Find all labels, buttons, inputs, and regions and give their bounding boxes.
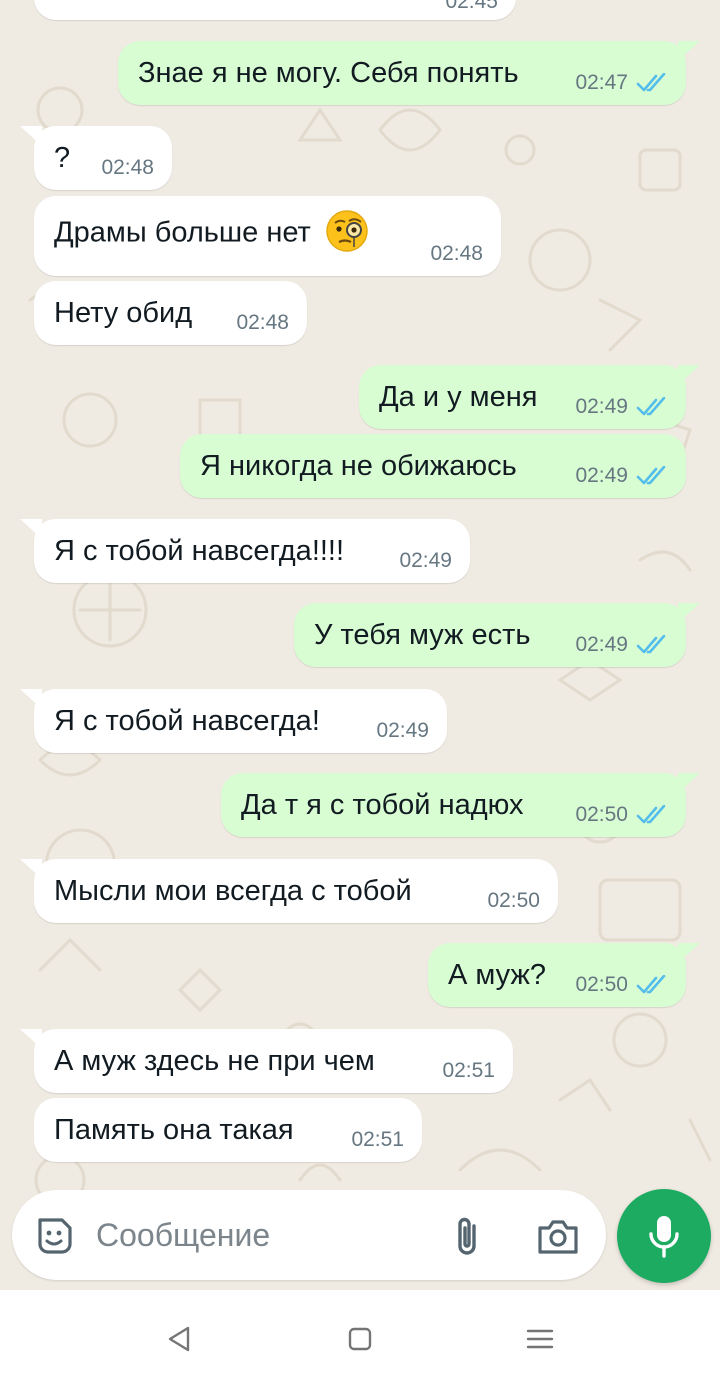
mic-icon	[649, 1216, 679, 1258]
bubble-tail	[20, 689, 42, 709]
message-composer[interactable]: Сообщение	[12, 1190, 606, 1280]
chat-area[interactable]: 02:45 Знае я не могу. Себя понять 02:47 …	[0, 0, 720, 1180]
bubble-tail	[20, 126, 42, 146]
system-navigation-bar	[0, 1290, 720, 1387]
message-time: 02:48	[101, 156, 154, 179]
message-bubble[interactable]: У тебя муж есть 02:49	[294, 603, 700, 667]
read-ticks-icon	[636, 466, 666, 485]
bubble-tail	[20, 519, 42, 539]
voice-record-button[interactable]	[617, 1189, 711, 1283]
read-ticks-icon	[636, 635, 666, 654]
message-text: Память она такая	[54, 1114, 294, 1146]
message-bubble[interactable]: Драмы больше нет 02:48	[34, 196, 501, 276]
camera-icon[interactable]	[536, 1216, 580, 1256]
partial-message-bubble[interactable]: 02:45	[34, 0, 516, 20]
message-time: 02:47	[575, 71, 628, 94]
message-bubble[interactable]: Мысли мои всегда с тобой 02:50	[20, 859, 558, 923]
message-time: 02:49	[575, 633, 628, 656]
message-bubble[interactable]: Я с тобой навсегда!!!! 02:49	[20, 519, 470, 583]
home-icon[interactable]	[345, 1324, 375, 1354]
message-time: 02:50	[575, 803, 628, 826]
read-ticks-icon	[636, 397, 666, 416]
message-bubble[interactable]: А муж? 02:50	[428, 943, 700, 1007]
read-ticks-icon	[636, 805, 666, 824]
bubble-tail	[678, 365, 700, 385]
message-time: 02:50	[575, 973, 628, 996]
message-time: 02:49	[376, 719, 429, 742]
message-time: 02:49	[399, 549, 452, 572]
message-text: Да т я с тобой надюх	[241, 789, 524, 821]
message-text: Мысли мои всегда с тобой	[54, 875, 412, 907]
message-text: У тебя муж есть	[314, 619, 531, 651]
bubble-tail	[678, 41, 700, 61]
message-text: Я с тобой навсегда!!!!	[54, 535, 345, 567]
message-input[interactable]: Сообщение	[96, 1214, 270, 1256]
message-bubble[interactable]: Нету обид 02:48	[34, 281, 307, 345]
message-text: Я с тобой навсегда!	[54, 705, 320, 737]
bubble-tail	[20, 859, 42, 879]
message-text: А муж?	[448, 959, 547, 991]
bubble-tail	[678, 603, 700, 623]
message-bubble[interactable]: Память она такая 02:51	[34, 1098, 422, 1162]
face-with-monocle-emoji-icon	[326, 210, 368, 252]
message-text: ?	[54, 142, 71, 174]
message-text: А муж здесь не при чем	[54, 1045, 375, 1077]
message-time: 02:45	[445, 0, 498, 13]
sticker-icon[interactable]	[32, 1214, 76, 1258]
message-bubble[interactable]: Я никогда не обижаюсь 02:49	[180, 434, 686, 498]
menu-icon[interactable]	[525, 1324, 555, 1354]
message-time: 02:49	[575, 395, 628, 418]
message-time: 02:51	[442, 1059, 495, 1082]
message-bubble[interactable]: А муж здесь не при чем 02:51	[20, 1029, 513, 1093]
message-bubble[interactable]: Знае я не могу. Себя понять 02:47	[118, 41, 700, 105]
message-content: Драмы больше нет	[54, 210, 369, 256]
message-text: Да и у меня	[379, 381, 538, 413]
message-time: 02:51	[351, 1128, 404, 1151]
message-text: Я никогда не обижаюсь	[200, 450, 517, 482]
message-bubble[interactable]: ? 02:48	[20, 126, 172, 190]
bubble-tail	[678, 773, 700, 793]
read-ticks-icon	[636, 73, 666, 92]
message-time: 02:50	[487, 889, 540, 912]
message-bubble[interactable]: Я с тобой навсегда! 02:49	[20, 689, 447, 753]
bubble-tail	[678, 943, 700, 963]
message-text: Знае я не могу. Себя понять	[138, 57, 519, 89]
message-time: 02:49	[575, 464, 628, 487]
read-ticks-icon	[636, 975, 666, 994]
attach-icon[interactable]	[448, 1212, 484, 1258]
back-icon[interactable]	[164, 1324, 194, 1354]
message-bubble[interactable]: Да и у меня 02:49	[359, 365, 700, 429]
message-time: 02:48	[236, 311, 289, 334]
message-text: Драмы больше нет	[54, 216, 311, 249]
message-text: Нету обид	[54, 297, 193, 329]
bubble-tail	[20, 1029, 42, 1049]
message-time: 02:48	[430, 242, 483, 265]
message-bubble[interactable]: Да т я с тобой надюх 02:50	[221, 773, 700, 837]
